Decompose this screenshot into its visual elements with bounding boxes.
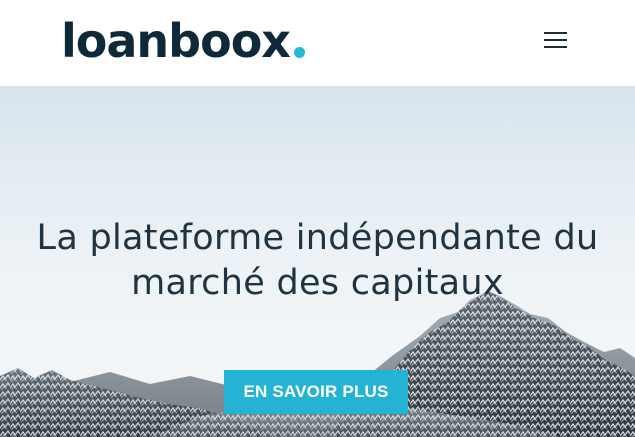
page: loanboox La plateforme indépendante du m… bbox=[0, 0, 635, 437]
hamburger-line bbox=[544, 46, 567, 48]
loanboox-logo[interactable]: loanboox bbox=[61, 14, 305, 68]
logo-wordmark: loanboox bbox=[61, 14, 291, 68]
hero-title-line-2: marché des capitaux bbox=[131, 263, 504, 303]
en-savoir-plus-button[interactable]: EN SAVOIR PLUS bbox=[224, 370, 408, 414]
hamburger-menu-button[interactable] bbox=[538, 27, 572, 53]
hamburger-line bbox=[544, 39, 567, 41]
hero-title-line-1: La plateforme indépendante du bbox=[36, 218, 599, 258]
hero-section: La plateforme indépendante du marché des… bbox=[0, 86, 635, 437]
logo-dot bbox=[293, 46, 305, 58]
site-header: loanboox bbox=[0, 0, 635, 86]
hamburger-line bbox=[544, 32, 567, 34]
hero-title: La plateforme indépendante du marché des… bbox=[0, 216, 635, 306]
